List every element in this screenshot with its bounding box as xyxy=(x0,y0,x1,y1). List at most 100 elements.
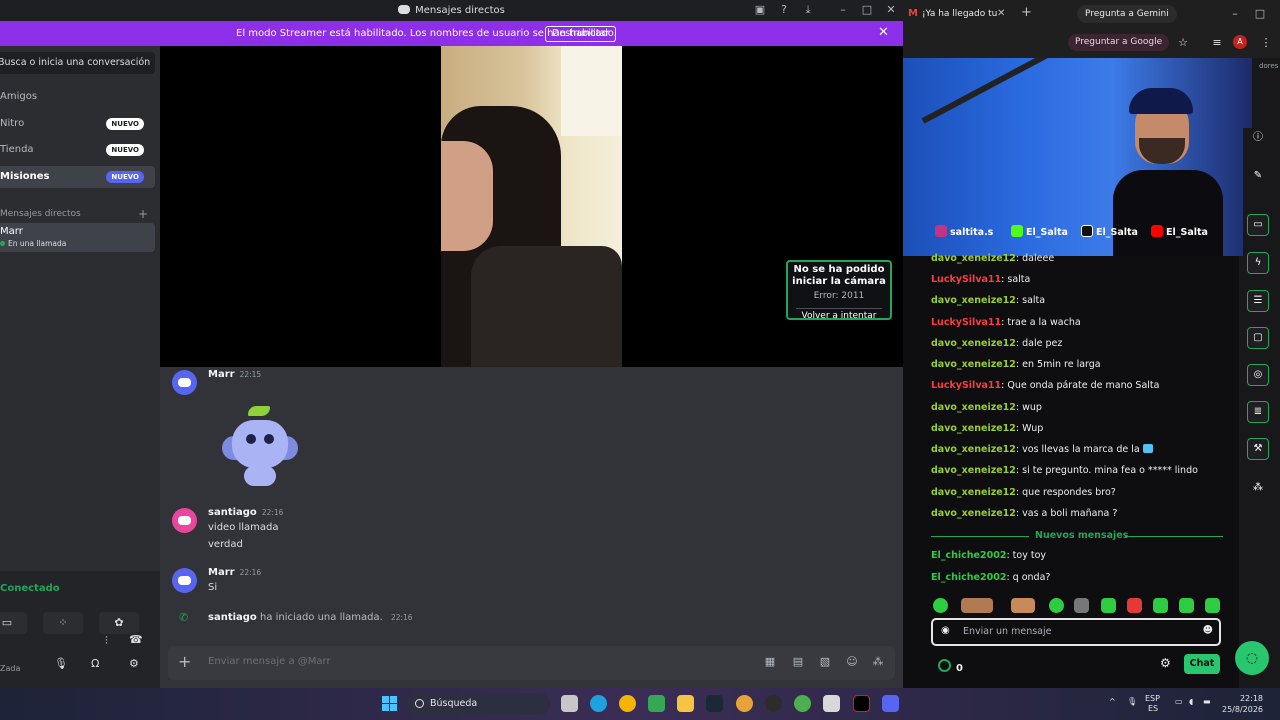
disconnect-icon[interactable]: ☎ xyxy=(129,633,143,646)
taskbar-search[interactable]: Búsqueda xyxy=(406,693,550,715)
edit-icon[interactable]: ✎ xyxy=(1247,166,1269,188)
close-banner-icon[interactable]: ✕ xyxy=(878,25,889,40)
profile-avatar[interactable]: A xyxy=(1233,35,1247,49)
gif-icon[interactable]: ▤ xyxy=(791,655,805,669)
info-icon[interactable]: ⓘ xyxy=(1247,128,1269,150)
close-window-icon[interactable]: ✕ xyxy=(884,3,898,17)
chat-username[interactable]: davo_xeneize12 xyxy=(931,295,1016,306)
discord-app-icon[interactable] xyxy=(882,695,899,712)
emoji-icon[interactable]: ☺ xyxy=(845,655,859,669)
sidebar-item-nitro[interactable]: Nitro NUEVO xyxy=(0,113,155,135)
rail-stack-icon[interactable]: ≣ xyxy=(1247,401,1269,423)
microphone-tray-icon[interactable]: 🎙 xyxy=(1127,697,1137,706)
file-explorer-icon[interactable] xyxy=(677,695,694,712)
emote-icon[interactable] xyxy=(1127,598,1142,613)
bookmark-star-icon[interactable]: ☆ xyxy=(1176,36,1190,50)
emote-icon[interactable] xyxy=(1011,598,1035,613)
chat-username[interactable]: davo_xeneize12 xyxy=(931,508,1016,519)
app-icon[interactable] xyxy=(823,695,840,712)
chat-username[interactable]: LuckySilva11 xyxy=(931,274,1001,285)
emote-icon[interactable] xyxy=(961,598,993,613)
gift-icon[interactable]: ▦ xyxy=(763,655,777,669)
chat-badge-icon[interactable]: ◉ xyxy=(941,625,950,636)
rail-bolt-icon[interactable]: ϟ xyxy=(1247,252,1269,274)
browser-menu-icon[interactable]: ⋮ xyxy=(1259,36,1273,50)
close-tab-icon[interactable]: ✕ xyxy=(997,4,1005,24)
attach-plus-icon[interactable]: + xyxy=(178,652,191,671)
chat-username[interactable]: LuckySilva11 xyxy=(931,317,1001,328)
sidebar-item-shop[interactable]: Tienda NUEVO xyxy=(0,139,155,161)
add-dm-icon[interactable]: + xyxy=(138,207,148,221)
chat-send-button[interactable]: Chat xyxy=(1184,654,1220,674)
inbox-icon[interactable]: ▣ xyxy=(753,3,767,17)
chat-username[interactable]: El_chiche2002 xyxy=(931,572,1006,583)
apps-icon[interactable]: ⁂ xyxy=(871,655,885,669)
chat-username[interactable]: LuckySilva11 xyxy=(931,380,1001,391)
emote-icon[interactable] xyxy=(933,598,948,613)
user-settings-gear-icon[interactable]: ⚙ xyxy=(129,657,139,670)
dm-item-marr[interactable]: Marr En una llamada xyxy=(0,223,155,252)
obs-icon[interactable] xyxy=(765,695,782,712)
rail-wrench-icon[interactable]: ⚒ xyxy=(1247,438,1269,460)
emote-icon[interactable] xyxy=(1179,598,1194,613)
minimize-icon[interactable]: – xyxy=(836,3,850,17)
find-conversation-search[interactable]: Busca o inicia una conversación xyxy=(0,52,155,74)
ask-google-button[interactable]: Preguntar a Google xyxy=(1068,34,1170,51)
disable-streamer-mode-button[interactable]: Deshabilitar xyxy=(545,26,617,42)
message-author[interactable]: Marr 22:16 xyxy=(208,567,261,578)
soundboard-button[interactable]: ✿ xyxy=(99,612,139,634)
maximize-icon[interactable]: □ xyxy=(860,3,874,17)
headphones-icon[interactable]: Ω xyxy=(91,657,99,670)
sticker-icon[interactable]: ▧ xyxy=(818,655,832,669)
chrome-icon[interactable] xyxy=(619,695,636,712)
chat-settings-gear-icon[interactable]: ⚙ xyxy=(1160,656,1171,670)
retry-camera-button[interactable]: Volver a intentar xyxy=(796,308,882,318)
volume-icon[interactable]: ◖ xyxy=(1189,697,1193,706)
task-view-icon[interactable] xyxy=(561,695,578,712)
microphone-icon[interactable]: 🎙 xyxy=(54,657,68,670)
wumpus-sticker[interactable] xyxy=(220,404,300,489)
download-icon[interactable]: ⤓ xyxy=(801,3,815,17)
taskbar-clock[interactable]: 22:18 25/8/2026 xyxy=(1222,693,1263,715)
new-tab-icon[interactable]: + xyxy=(1021,5,1032,20)
floating-chat-bubble-icon[interactable]: ◌ xyxy=(1235,641,1269,675)
remote-video-feed[interactable] xyxy=(441,46,622,367)
input-language[interactable]: ESP xyxy=(1145,694,1160,703)
steam-icon[interactable] xyxy=(706,695,723,712)
rail-card-icon[interactable]: ▭ xyxy=(1247,214,1269,236)
sidebar-item-quests[interactable]: Misiones NUEVO xyxy=(0,166,155,188)
sidebar-item-friends[interactable]: Amigos xyxy=(0,86,155,108)
tab-search-icon[interactable]: ≡ xyxy=(1210,36,1224,50)
chat-username[interactable]: davo_xeneize12 xyxy=(931,444,1016,455)
emote-picker-icon[interactable]: ☻ xyxy=(1203,625,1213,636)
message-input[interactable]: Enviar mensaje a @Marr xyxy=(208,656,331,667)
chat-username[interactable]: davo_xeneize12 xyxy=(931,253,1016,264)
help-icon[interactable]: ? xyxy=(777,3,791,17)
chat-username[interactable]: El_chiche2002 xyxy=(931,550,1006,561)
message-author[interactable]: Marr 22:15 xyxy=(208,369,261,380)
rail-chat-icon[interactable]: ▢ xyxy=(1247,327,1269,349)
ask-gemini-button[interactable]: Pregunta a Gemini xyxy=(1077,5,1177,23)
maximize-icon[interactable]: □ xyxy=(1253,7,1267,21)
chat-input-box[interactable]: ◉ Enviar un mensaje ☻ xyxy=(931,618,1221,646)
chat-input[interactable]: Enviar un mensaje xyxy=(963,626,1051,637)
emote-icon[interactable] xyxy=(1153,598,1168,613)
rail-share-icon[interactable]: ⁂ xyxy=(1247,478,1269,500)
share-screen-button[interactable]: ▭ xyxy=(0,612,27,634)
tiktok-app-icon[interactable] xyxy=(853,695,870,712)
avatar[interactable] xyxy=(172,370,197,395)
chevron-up-icon[interactable]: ^ xyxy=(1109,697,1116,706)
noise-suppression-icon[interactable]: ⫶ xyxy=(105,634,108,648)
activities-button[interactable]: ⁘ xyxy=(43,612,83,634)
emote-icon[interactable] xyxy=(1101,598,1116,613)
emote-icon[interactable] xyxy=(1049,598,1064,613)
chrome-alt-icon[interactable] xyxy=(794,695,811,712)
edge-icon[interactable] xyxy=(590,695,607,712)
minimize-icon[interactable]: – xyxy=(1228,7,1242,21)
start-button[interactable] xyxy=(382,696,397,711)
emote-icon[interactable] xyxy=(1205,598,1220,613)
chat-username[interactable]: davo_xeneize12 xyxy=(931,423,1016,434)
chat-username[interactable]: davo_xeneize12 xyxy=(931,487,1016,498)
store-icon[interactable] xyxy=(648,695,665,712)
browser-tab[interactable]: M ¡Ya ha llegado tu ✕ xyxy=(908,4,1016,24)
